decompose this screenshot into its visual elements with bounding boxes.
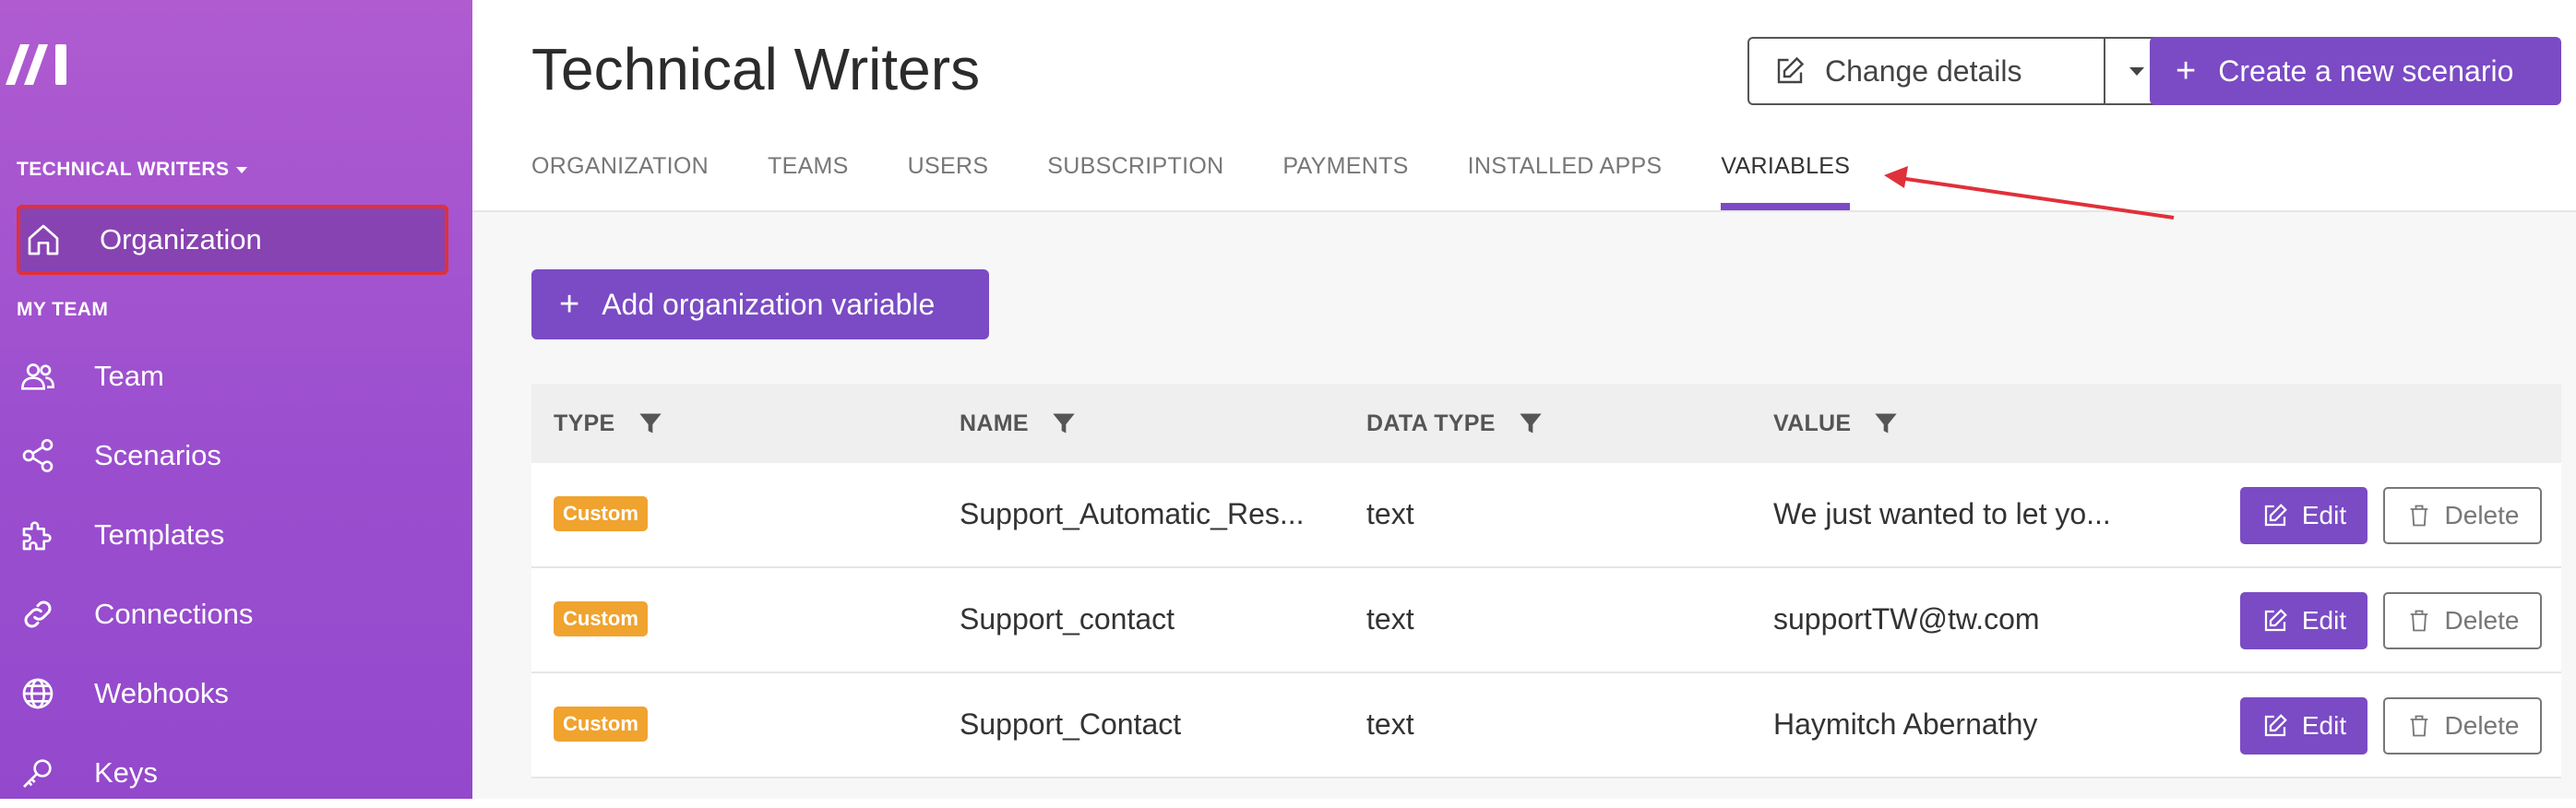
add-variable-label: Add organization variable — [602, 287, 936, 321]
plus-icon: + — [559, 285, 580, 324]
sidebar-item-label: Team — [94, 360, 164, 392]
column-header-data-type[interactable]: DATA TYPE — [1366, 384, 1544, 463]
column-header-type[interactable]: TYPE — [554, 384, 663, 463]
table-row: Custom Support_contact text supportTW@tw… — [531, 568, 2561, 673]
tab-bar: ORGANIZATION TEAMS USERS SUBSCRIPTION PA… — [531, 153, 1909, 210]
trash-icon — [2410, 505, 2427, 527]
users-icon — [17, 355, 59, 398]
edit-icon — [2264, 714, 2287, 737]
change-details-button-group: Change details — [1747, 37, 2170, 105]
puzzle-icon — [17, 514, 59, 556]
tab-subscription[interactable]: SUBSCRIPTION — [1047, 153, 1223, 210]
sidebar-item-team[interactable]: Team — [17, 341, 448, 411]
type-badge: Custom — [554, 601, 648, 636]
edit-label: Edit — [2301, 501, 2347, 529]
plus-icon: + — [2176, 52, 2197, 90]
column-header-value[interactable]: VALUE — [1773, 384, 1899, 463]
sidebar-item-label: Organization — [100, 223, 262, 255]
name-cell: Support_Contact — [960, 707, 1182, 741]
change-details-button[interactable]: Change details — [1749, 39, 2104, 103]
caret-down-icon — [236, 166, 248, 173]
globe-icon — [17, 672, 59, 715]
delete-label: Delete — [2444, 606, 2520, 635]
type-badge: Custom — [554, 707, 648, 742]
change-details-label: Change details — [1825, 53, 2022, 88]
create-scenario-button[interactable]: + Create a new scenario — [2150, 37, 2561, 105]
tab-organization[interactable]: ORGANIZATION — [531, 153, 709, 210]
filter-icon[interactable] — [1518, 410, 1544, 436]
tab-teams[interactable]: TEAMS — [768, 153, 849, 210]
delete-label: Delete — [2444, 711, 2520, 740]
type-cell: Custom — [554, 568, 648, 670]
column-label: VALUE — [1773, 410, 1852, 436]
link-icon — [17, 593, 59, 636]
data-type-cell: text — [1366, 496, 1414, 530]
sidebar-item-label: Scenarios — [94, 439, 221, 471]
sidebar-item-label: Keys — [94, 756, 158, 789]
sidebar-item-label: Webhooks — [94, 677, 229, 709]
tab-variables[interactable]: VARIABLES — [1721, 153, 1851, 210]
edit-label: Edit — [2301, 711, 2347, 740]
section-label-my-team: MY TEAM — [17, 299, 109, 320]
filter-icon[interactable] — [1051, 410, 1077, 436]
add-organization-variable-button[interactable]: + Add organization variable — [531, 269, 989, 339]
delete-label: Delete — [2444, 501, 2520, 529]
sidebar-item-templates[interactable]: Templates — [17, 500, 448, 570]
sidebar-item-keys[interactable]: Keys — [17, 738, 448, 808]
org-selector[interactable]: TECHNICAL WRITERS — [17, 159, 248, 181]
table-row: Custom Support_Contact text Haymitch Abe… — [531, 673, 2561, 778]
variables-table: TYPE NAME DATA TYPE VALUE Custom Support… — [531, 384, 2561, 778]
data-type-cell: text — [1366, 707, 1414, 741]
data-type-cell: text — [1366, 601, 1414, 636]
trash-icon — [2410, 715, 2427, 737]
key-icon — [17, 752, 59, 794]
value-cell: Haymitch Abernathy — [1773, 707, 2038, 741]
share-icon — [17, 434, 59, 477]
filter-icon[interactable] — [1873, 410, 1899, 436]
sidebar: TECHNICAL WRITERS Organization MY TEAM T… — [0, 0, 472, 799]
sidebar-item-scenarios[interactable]: Scenarios — [17, 421, 448, 491]
column-header-name[interactable]: NAME — [960, 384, 1077, 463]
column-label: NAME — [960, 410, 1029, 436]
sidebar-item-label: Connections — [94, 598, 254, 630]
name-cell: Support_Automatic_Res... — [960, 496, 1305, 530]
edit-button[interactable]: Edit — [2240, 487, 2367, 544]
tab-payments[interactable]: PAYMENTS — [1282, 153, 1408, 210]
table-header: TYPE NAME DATA TYPE VALUE — [531, 384, 2561, 463]
sidebar-item-connections[interactable]: Connections — [17, 579, 448, 649]
column-label: DATA TYPE — [1366, 410, 1496, 436]
edit-label: Edit — [2301, 606, 2347, 635]
value-cell: We just wanted to let yo... — [1773, 496, 2111, 530]
delete-button[interactable]: Delete — [2383, 592, 2542, 649]
create-scenario-label: Create a new scenario — [2218, 53, 2514, 88]
value-cell: supportTW@tw.com — [1773, 601, 2040, 636]
main-content: Technical Writers Change details + Creat… — [472, 0, 2576, 799]
trash-icon — [2410, 610, 2427, 632]
edit-button[interactable]: Edit — [2240, 592, 2367, 649]
chevron-down-icon — [2129, 66, 2144, 76]
edit-icon — [2264, 609, 2287, 632]
type-badge: Custom — [554, 496, 648, 531]
delete-button[interactable]: Delete — [2383, 487, 2542, 544]
filter-icon[interactable] — [638, 410, 663, 436]
delete-button[interactable]: Delete — [2383, 697, 2542, 755]
page-header: Technical Writers Change details + Creat… — [472, 0, 2576, 212]
make-logo-icon[interactable] — [4, 39, 72, 87]
org-selector-label: TECHNICAL WRITERS — [17, 159, 230, 180]
column-label: TYPE — [554, 410, 615, 436]
home-icon — [22, 219, 65, 261]
edit-button[interactable]: Edit — [2240, 697, 2367, 755]
type-cell: Custom — [554, 673, 648, 775]
type-cell: Custom — [554, 463, 648, 564]
name-cell: Support_contact — [960, 601, 1175, 636]
edit-icon — [2264, 504, 2287, 527]
edit-icon — [1777, 56, 1805, 84]
sidebar-item-label: Templates — [94, 518, 225, 551]
tab-installed-apps[interactable]: INSTALLED APPS — [1468, 153, 1663, 210]
sidebar-item-webhooks[interactable]: Webhooks — [17, 659, 448, 729]
tab-users[interactable]: USERS — [908, 153, 989, 210]
page-title: Technical Writers — [531, 36, 981, 102]
table-row: Custom Support_Automatic_Res... text We … — [531, 463, 2561, 568]
sidebar-item-organization[interactable]: Organization — [17, 205, 448, 275]
